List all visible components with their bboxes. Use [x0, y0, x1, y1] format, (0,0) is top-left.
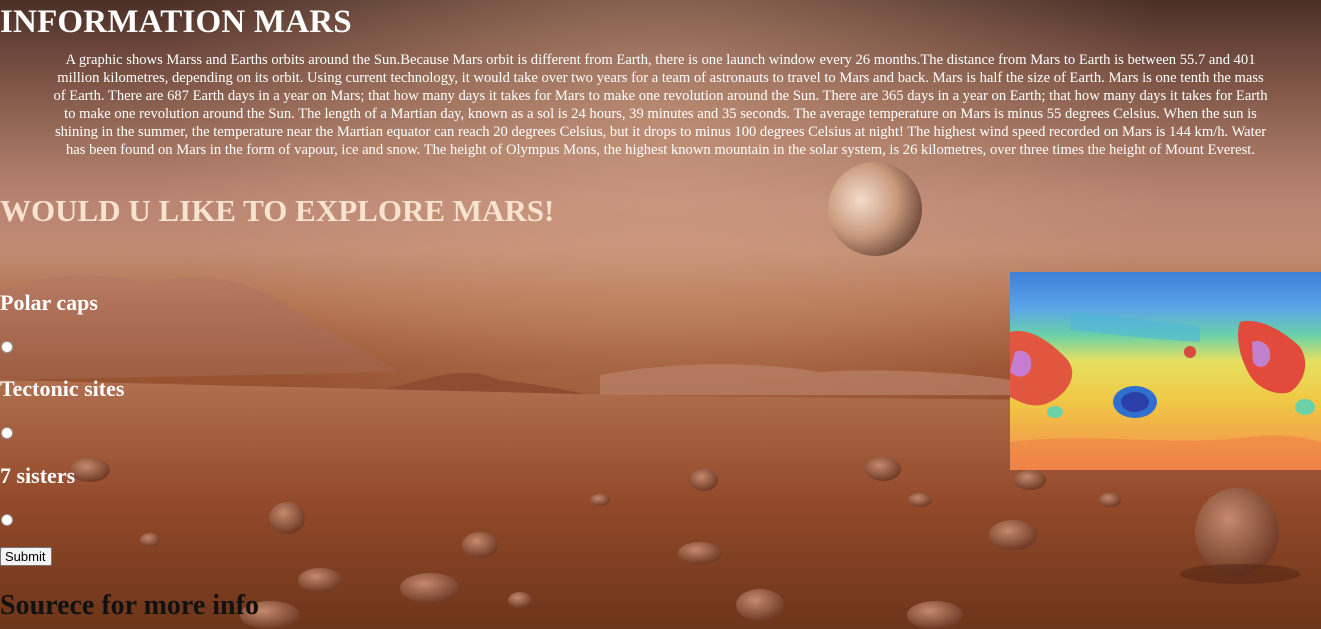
radio-polar-caps[interactable] [1, 341, 13, 353]
intro-line: to make one revolution around the Sun. T… [64, 106, 1257, 122]
option-label-polar-caps: Polar caps [0, 290, 98, 315]
intro-line: has been found on Mars in the form of va… [66, 142, 1255, 158]
intro-line: of Earth. There are 687 Earth days in a … [53, 88, 1268, 104]
source-heading[interactable]: Sourece for more info [0, 590, 259, 622]
submit-button[interactable]: Submit [0, 547, 53, 566]
radio-7-sisters[interactable] [1, 514, 13, 526]
moon-planet-shape [828, 162, 922, 256]
radio-tectonic-sites[interactable] [1, 427, 13, 439]
intro-line: shining in the summer, the temperature n… [54, 124, 1267, 140]
option-label-tectonic-sites: Tectonic sites [0, 376, 125, 401]
mars-topographic-map-image [1010, 272, 1321, 470]
page-title: INFORMATION MARS [0, 4, 352, 40]
explore-heading: WOULD U LIKE TO EXPLORE MARS! [0, 193, 555, 228]
intro-paragraph: A graphic shows Marss and Earths orbits … [0, 51, 1321, 159]
intro-line: A graphic shows Marss and Earths orbits … [65, 52, 1256, 68]
option-label-7-sisters: 7 sisters [0, 463, 76, 488]
intro-line: million kilometres, depending on its orb… [57, 70, 1264, 86]
